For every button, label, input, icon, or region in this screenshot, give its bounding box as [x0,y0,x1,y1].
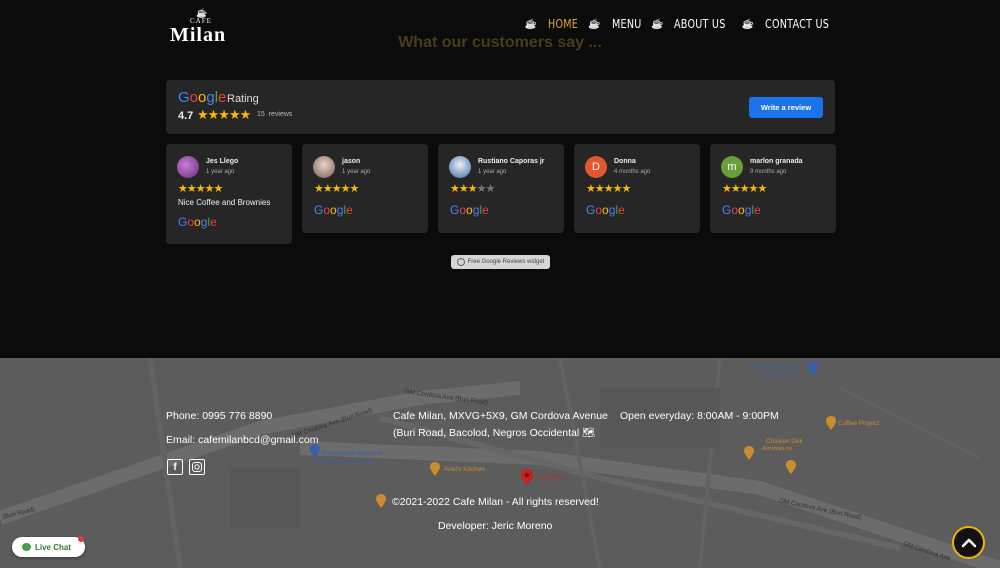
map-place-barbecue: Barbecuean Bacolod [322,450,383,457]
map-pin-icon [786,460,796,474]
review-stars: ★★★★★ [586,183,631,195]
map-pin-icon [430,462,440,476]
review-stars: ★★★★★ [722,183,767,195]
live-chat-button[interactable]: Live Chat [12,536,85,557]
instagram-icon[interactable] [189,459,205,475]
section-title: What our customers say ... [398,34,602,51]
google-logo: Google [586,203,625,217]
google-logo: Google [178,215,217,229]
map-pin-icon [310,444,320,458]
avatar [177,156,199,178]
avatar: D [585,156,607,178]
map-pin-icon [808,362,818,376]
map-place-chicken-deli: Chicken Deli [766,438,803,445]
review-card[interactable]: Rustiano Caporas jr 1 year ago ★★★★★ Goo… [438,144,564,233]
map-place-allhome: AllHome Bacolod [748,364,798,371]
review-time: 1 year ago [342,169,371,175]
nav-menu[interactable]: MENU [612,17,642,31]
footer-copyright: ©2021-2022 Cafe Milan - All rights reser… [392,496,599,508]
live-chat-label: Live Chat [35,542,72,552]
footer-address-line2[interactable]: (Buri Road, Bacolod, Negros Occidental 🗺 [393,426,595,439]
reviewer-name: jason [342,158,361,165]
widget-badge-label: Free Google Reviews widget [467,259,545,265]
rating-count: 15 reviews [257,111,293,118]
footer-hours: Open everyday: 8:00AM - 9:00PM [620,410,779,422]
map-pin-icon[interactable] [520,468,534,486]
coffee-cup-icon: ☕ [741,18,755,30]
footer-developer: Developer: Jeric Moreno [438,520,553,532]
reviewer-name: marlon granada [750,158,803,165]
review-text: Nice Coffee and Brownies [178,198,271,207]
review-card[interactable]: D Donna 4 months ago ★★★★★ Google [574,144,700,233]
map-roads [0,358,1000,568]
write-review-button[interactable]: Write a review [749,97,823,118]
review-card[interactable]: jason 1 year ago ★★★★★ Google [302,144,428,233]
avatar [449,156,471,178]
review-stars: ★★★★★ [178,183,223,195]
reviewer-name: Rustiano Caporas jr [478,158,545,165]
scroll-to-top-button[interactable] [952,526,985,559]
review-stars: ★★★★★ [314,183,359,195]
footer-address-line1: Cafe Milan, MXVG+5X9, GM Cordova Avenue [393,410,608,422]
google-logo: Google [450,203,489,217]
google-logo: Google [314,203,353,217]
coffee-cup-icon: ☕ [588,18,601,30]
coffee-cup-icon: ☕ [524,18,538,30]
rating-label: Rating [227,93,259,105]
map-pin-icon [376,494,386,508]
map-place-peton: PETON FLAGS STORE [314,460,373,466]
review-time: 9 months ago [750,169,787,175]
chat-bubble-icon [22,543,31,551]
review-time: 1 year ago [206,169,235,175]
rating-stars: ★★★★★ [197,107,251,122]
nav-contact-us[interactable]: CONTACT US [765,17,829,31]
facebook-icon[interactable]: f [167,459,183,475]
location-map[interactable]: GM Cordova Ave (Buri Road) GM Cordova Av… [0,358,1000,568]
google-rating-summary: Google Rating 4.7 ★★★★★ 15 reviews Write… [166,80,835,134]
review-stars: ★★★★★ [450,183,495,195]
avatar [313,156,335,178]
nav-about-us[interactable]: ABOUT US [674,17,726,31]
instagram-glyph [192,462,202,472]
footer-phone: Phone: 0995 776 8890 [166,410,273,422]
map-pin-icon [826,416,836,430]
map-place-chicken-deli-sub: Alimentas mo [762,446,793,452]
chevron-up-icon [961,538,976,547]
rating-score: 4.7 [178,110,194,122]
coffee-cup-icon: ☕ [651,18,664,30]
widget-icon [456,258,465,266]
review-time: 1 year ago [478,169,507,175]
review-time: 4 months ago [614,169,651,175]
google-logo: Google [722,203,761,217]
reviewer-name: Donna [614,158,636,165]
google-logo: Google [178,89,227,106]
review-card[interactable]: Jes Llego 1 year ago ★★★★★ Nice Coffee a… [166,144,292,244]
map-place-coffee-project: Coffee Project [838,420,880,427]
map-place-allhome-sub: Hardware store [762,372,797,378]
nav-home[interactable]: HOME [548,17,578,31]
reviewer-name: Jes Llego [206,158,239,165]
notification-dot [78,536,84,542]
review-card[interactable]: m marlon granada 9 months ago ★★★★★ Goog… [710,144,836,233]
map-place-kitchen: Ariel's Kitchen [444,466,485,473]
avatar: m [721,156,743,178]
footer-email[interactable]: Email: cafemilanbcd@gmail.com [166,434,318,446]
map-pin-icon [744,446,754,460]
main-nav: ☕ HOME ☕ MENU ☕ ABOUT US ☕ CONTACT US [524,17,837,31]
map-pin-label: Cafe Milan [536,474,568,481]
reviews-widget-badge[interactable]: Free Google Reviews widget [451,255,550,269]
